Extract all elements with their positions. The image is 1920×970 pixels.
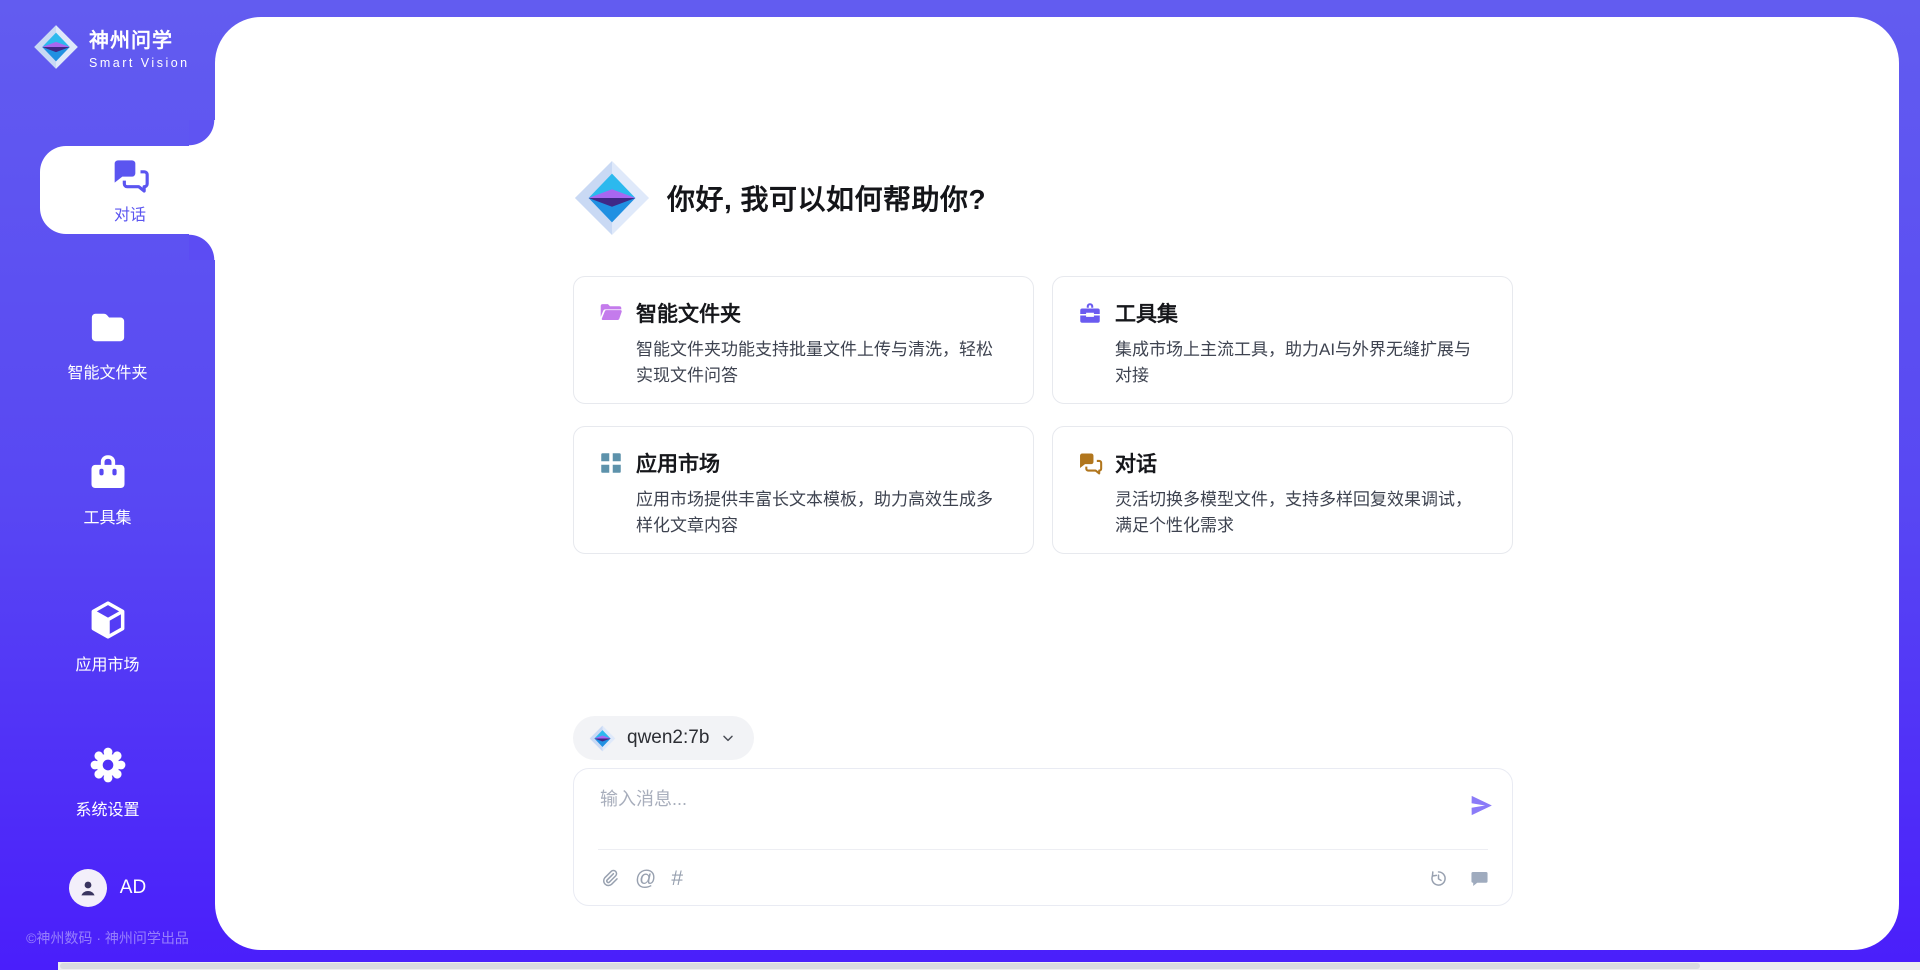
card-title: 工具集 [1115,298,1178,328]
brand-logo-icon [33,24,79,70]
card-app-market[interactable]: 应用市场 应用市场提供丰富长文本模板，助力高效生成多样化文章内容 [573,426,1034,554]
brand-name: 神州问学 [89,24,190,53]
card-head: 工具集 [1077,298,1488,328]
active-tab-fillet-bottom [189,234,215,260]
feature-cards: 智能文件夹 智能文件夹功能支持批量文件上传与清洗，轻松实现文件问答 [573,276,1513,554]
card-description: 集成市场上主流工具，助力AI与外界无缝扩展与对接 [1077,337,1488,388]
history-icon [1428,868,1449,889]
sidebar-item-chat[interactable]: 对话 [40,146,220,234]
sidebar-item-settings[interactable]: 系统设置 [0,733,215,829]
card-title: 对话 [1115,448,1157,478]
greeting-title: 你好, 我可以如何帮助你? [667,178,986,218]
message-input[interactable] [600,785,1440,841]
user-avatar-icon [76,876,100,900]
chat-icon [110,155,150,195]
attach-file-button[interactable] [599,868,620,889]
send-icon [1468,792,1495,819]
card-head: 应用市场 [598,448,1009,478]
composer-tools-right [1428,849,1490,907]
folder-open-icon [598,300,624,326]
paperclip-icon [599,868,620,889]
toolbox-icon [1077,300,1103,326]
brand-text: 神州问学 Smart Vision [89,24,190,70]
sidebar-item-smart-folder[interactable]: 智能文件夹 [0,296,215,392]
sidebar-item-label: 应用市场 [75,651,139,675]
chat-bubble-icon [1469,868,1490,889]
hash-icon: # [671,868,683,889]
mention-button[interactable]: @ [635,868,656,889]
card-description: 灵活切换多模型文件，支持多样回复效果调试，满足个性化需求 [1077,487,1488,538]
cube-icon [86,598,130,642]
sidebar: 神州问学 Smart Vision 对话 智能文件夹 [0,0,215,970]
conversation-button[interactable] [1469,868,1490,889]
grid-icon [598,450,624,476]
card-head: 智能文件夹 [598,298,1009,328]
avatar [69,869,107,907]
main-panel: 你好, 我可以如何帮助你? 智能文件夹 智能文件夹功能支持批量文件上传与清洗，轻… [215,17,1899,950]
card-description: 应用市场提供丰富长文本模板，助力高效生成多样化文章内容 [598,487,1009,538]
gear-icon [86,743,130,787]
horizontal-scrollbar-thumb[interactable] [60,963,1700,969]
horizontal-scrollbar[interactable] [58,962,1920,970]
app-background: 神州问学 Smart Vision 对话 智能文件夹 [0,0,1920,970]
sidebar-item-label: 智能文件夹 [67,359,147,383]
diamond-logo-icon [573,159,651,237]
card-chat[interactable]: 对话 灵活切换多模型文件，支持多样回复效果调试，满足个性化需求 [1052,426,1513,554]
toolbox-icon [86,451,130,495]
card-title: 智能文件夹 [636,298,741,328]
diamond-logo-icon [589,725,616,752]
composer-divider [598,849,1488,850]
card-head: 对话 [1077,448,1488,478]
greeting: 你好, 我可以如何帮助你? [573,159,986,237]
sidebar-item-app-market[interactable]: 应用市场 [0,588,215,684]
user-profile[interactable]: AD [0,869,215,907]
active-tab-fillet-top [189,120,215,146]
sidebar-item-label: 工具集 [83,504,131,528]
brand-subtitle: Smart Vision [89,56,190,70]
history-button[interactable] [1428,868,1449,889]
copyright: ©神州数码 · 神州问学出品 [0,928,215,948]
chat-icon [1077,450,1103,476]
message-composer: @ # [573,768,1513,906]
send-button[interactable] [1468,792,1495,819]
sidebar-item-label: 系统设置 [75,796,139,820]
at-icon: @ [635,868,656,889]
folder-icon [86,306,130,350]
chevron-down-icon [720,730,736,746]
content-column: 你好, 我可以如何帮助你? 智能文件夹 智能文件夹功能支持批量文件上传与清洗，轻… [573,17,1513,950]
topic-button[interactable]: # [671,868,683,889]
card-description: 智能文件夹功能支持批量文件上传与清洗，轻松实现文件问答 [598,337,1009,388]
model-selector[interactable]: qwen2:7b [573,716,754,760]
card-smart-folder[interactable]: 智能文件夹 智能文件夹功能支持批量文件上传与清洗，轻松实现文件问答 [573,276,1034,404]
card-title: 应用市场 [636,448,720,478]
model-name: qwen2:7b [627,727,709,749]
card-toolset[interactable]: 工具集 集成市场上主流工具，助力AI与外界无缝扩展与对接 [1052,276,1513,404]
brand: 神州问学 Smart Vision [33,24,190,70]
user-initials: AD [120,877,146,899]
sidebar-item-toolset[interactable]: 工具集 [0,441,215,537]
sidebar-item-label: 对话 [114,201,146,225]
composer-tools-left: @ # [599,849,683,907]
